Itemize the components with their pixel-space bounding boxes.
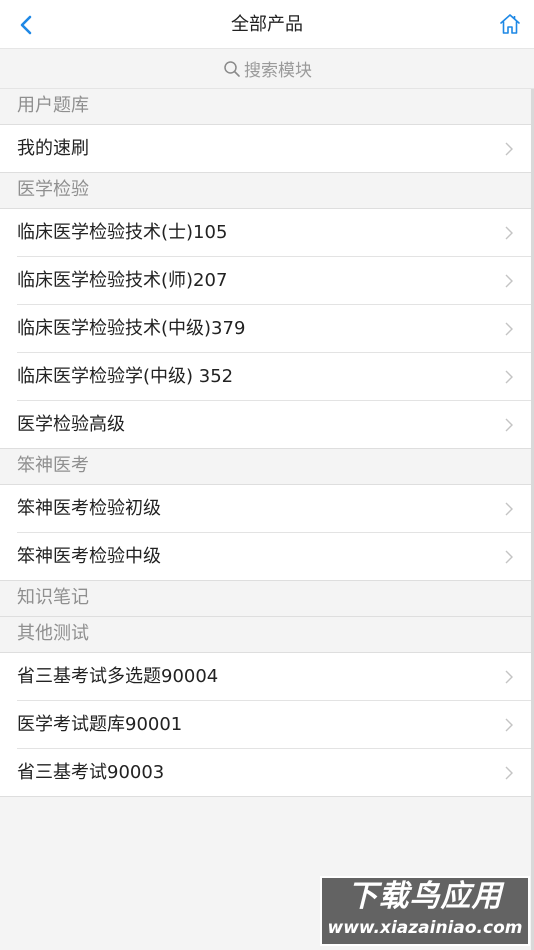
- search-placeholder: 搜索模块: [244, 61, 312, 81]
- list-item[interactable]: 临床医学检验技术(师)207: [0, 257, 531, 305]
- list-item-label: 医学检验高级: [17, 414, 125, 435]
- list-item-label: 省三基考试90003: [17, 762, 165, 783]
- list-item[interactable]: 笨神医考检验初级: [0, 485, 531, 533]
- list-item-label: 我的速刷: [17, 138, 89, 159]
- list-item-label: 笨神医考检验中级: [17, 546, 161, 567]
- chevron-right-icon: [501, 547, 517, 567]
- page-title: 全部产品: [231, 14, 303, 35]
- divider: [0, 796, 531, 797]
- chevron-right-icon: [501, 715, 517, 735]
- watermark-logo: 下载鸟应用 www.xiazainiao.com: [320, 876, 530, 946]
- section-header-lab-medicine: 医学检验: [0, 173, 531, 209]
- search-bar[interactable]: 搜索模块: [0, 49, 534, 89]
- chevron-right-icon: [501, 367, 517, 387]
- home-button[interactable]: [496, 10, 524, 38]
- list-item[interactable]: 省三基考试多选题90004: [0, 653, 531, 701]
- list-item-label: 临床医学检验技术(中级)379: [17, 318, 246, 339]
- chevron-right-icon: [501, 499, 517, 519]
- watermark-url: www.xiazainiao.com: [327, 918, 523, 938]
- product-list: 用户题库 我的速刷 医学检验 临床医学检验技术(士)105 临床医学检验技术(师…: [0, 89, 531, 797]
- section-header-notes: 知识笔记: [0, 581, 531, 617]
- list-item[interactable]: 临床医学检验技术(中级)379: [0, 305, 531, 353]
- watermark-brand: 下载鸟应用: [347, 879, 503, 914]
- section-header-benshen: 笨神医考: [0, 449, 531, 485]
- chevron-right-icon: [501, 319, 517, 339]
- chevron-right-icon: [501, 667, 517, 687]
- home-icon: [500, 14, 520, 34]
- search-icon: [222, 59, 242, 79]
- list-item[interactable]: 省三基考试90003: [0, 749, 531, 797]
- chevron-right-icon: [501, 139, 517, 159]
- list-item[interactable]: 医学考试题库90001: [0, 701, 531, 749]
- list-item[interactable]: 笨神医考检验中级: [0, 533, 531, 581]
- list-item-label: 省三基考试多选题90004: [17, 666, 219, 687]
- divider: [0, 448, 531, 449]
- top-navigation-bar: 全部产品: [0, 0, 534, 49]
- list-item-label: 临床医学检验技术(师)207: [17, 270, 228, 291]
- list-item[interactable]: 临床医学检验技术(士)105: [0, 209, 531, 257]
- chevron-right-icon: [501, 271, 517, 291]
- list-item-label: 临床医学检验技术(士)105: [17, 222, 228, 243]
- list-item[interactable]: 临床医学检验学(中级) 352: [0, 353, 531, 401]
- chevron-right-icon: [501, 415, 517, 435]
- chevron-right-icon: [501, 223, 517, 243]
- list-item[interactable]: 我的速刷: [0, 125, 531, 173]
- list-item-label: 临床医学检验学(中级) 352: [17, 366, 234, 387]
- list-item-label: 笨神医考检验初级: [17, 498, 161, 519]
- section-header-user-bank: 用户题库: [0, 89, 531, 125]
- list-item-label: 医学考试题库90001: [17, 714, 183, 735]
- section-header-other-tests: 其他测试: [0, 617, 531, 653]
- list-item[interactable]: 医学检验高级: [0, 401, 531, 449]
- chevron-right-icon: [501, 763, 517, 783]
- divider: [0, 580, 531, 581]
- divider: [0, 172, 531, 173]
